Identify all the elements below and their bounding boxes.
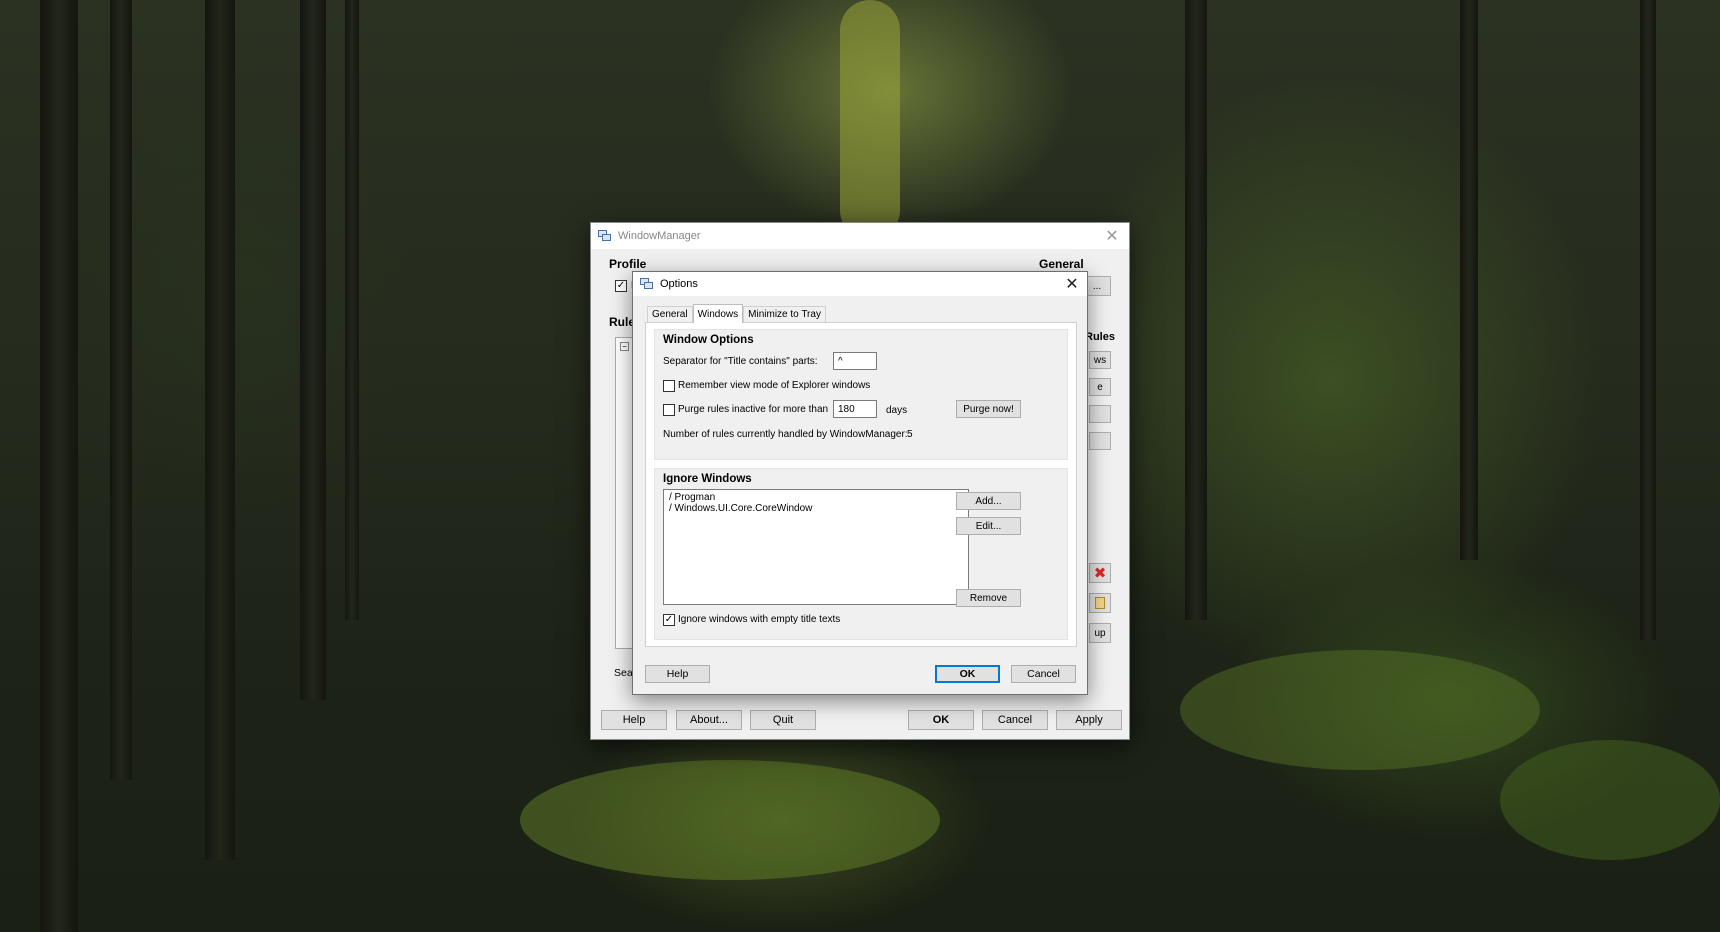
clipboard-icon — [1095, 597, 1105, 609]
main-cancel-button[interactable]: Cancel — [982, 710, 1048, 730]
remember-view-checkbox[interactable] — [663, 380, 675, 392]
tree-trunk — [1640, 0, 1656, 640]
options-dialog: Options ✕ General Windows Minimize to Tr… — [632, 271, 1088, 695]
quit-button[interactable]: Quit — [750, 710, 816, 730]
add-button[interactable]: Add... — [956, 492, 1021, 510]
purge-rules-label: Purge rules inactive for more than — [678, 404, 829, 415]
move-up-button[interactable]: up — [1089, 623, 1111, 643]
delete-rule-button[interactable]: ✖ — [1089, 563, 1111, 583]
main-help-button[interactable]: Help — [601, 710, 667, 730]
ignore-windows-group: Ignore Windows / Progman / Windows.UI.Co… — [654, 468, 1068, 640]
profile-checkbox[interactable]: ✓ — [615, 280, 627, 292]
options-tabs: General Windows Minimize to Tray — [647, 304, 826, 323]
moss-patch — [1180, 650, 1540, 770]
profile-label: Profile — [609, 257, 647, 271]
main-ok-button[interactable]: OK — [908, 710, 974, 730]
tree-trunk — [1185, 0, 1207, 620]
options-titlebar: Options ✕ — [633, 272, 1087, 296]
tree-expand-icon[interactable]: − — [620, 342, 629, 351]
remember-view-label: Remember view mode of Explorer windows — [678, 380, 871, 391]
tree-trunk — [300, 0, 326, 700]
tab-windows[interactable]: Windows — [692, 304, 744, 323]
ignore-windows-list[interactable]: / Progman / Windows.UI.Core.CoreWindow — [663, 489, 969, 605]
tree-trunk — [40, 0, 78, 932]
moss-patch — [520, 760, 940, 880]
options-title: Options — [660, 278, 698, 290]
window-manager-app-icon — [640, 278, 654, 290]
list-item[interactable]: / Windows.UI.Core.CoreWindow — [669, 503, 963, 514]
tab-minimize-to-tray[interactable]: Minimize to Tray — [743, 306, 826, 322]
remove-button[interactable]: Remove — [956, 589, 1021, 607]
days-label: days — [886, 405, 908, 416]
window-options-title: Window Options — [663, 334, 754, 346]
purge-now-button[interactable]: Purge now! — [956, 400, 1021, 418]
window-options-group: Window Options Separator for "Title cont… — [654, 329, 1068, 460]
purge-days-input[interactable]: 180 — [833, 400, 877, 418]
separator-label: Separator for "Title contains" parts: — [663, 356, 818, 367]
tree-trunk — [205, 0, 235, 860]
options-ok-button[interactable]: OK — [935, 665, 1000, 683]
main-window-title: WindowManager — [618, 230, 701, 242]
close-icon[interactable]: ✕ — [1095, 223, 1129, 249]
rules-count-value: 5 — [907, 429, 913, 440]
ignore-windows-title: Ignore Windows — [663, 473, 752, 485]
about-button[interactable]: About... — [676, 710, 742, 730]
tab-general[interactable]: General — [647, 306, 693, 322]
apply-button[interactable]: Apply — [1056, 710, 1122, 730]
list-item[interactable]: / Progman — [669, 492, 963, 503]
separator-input[interactable]: ^ — [833, 352, 877, 370]
red-x-delete-icon: ✖ — [1093, 565, 1107, 582]
moss-patch — [840, 0, 900, 240]
options-cancel-button[interactable]: Cancel — [1011, 665, 1076, 683]
tree-trunk — [110, 0, 132, 780]
rules-side-button-4[interactable] — [1089, 432, 1111, 450]
rules-count-label: Number of rules currently handled by Win… — [663, 429, 908, 440]
tree-trunk — [1460, 0, 1478, 560]
window-manager-app-icon — [598, 230, 612, 242]
rules-right-label: Rules — [1085, 331, 1115, 343]
moss-patch — [1500, 740, 1720, 860]
options-help-button[interactable]: Help — [645, 665, 710, 683]
ignore-empty-title-label: Ignore windows with empty title texts — [678, 614, 841, 625]
general-label: General — [1039, 257, 1084, 271]
edit-button[interactable]: Edit... — [956, 517, 1021, 535]
purge-rules-checkbox[interactable] — [663, 404, 675, 416]
close-icon[interactable]: ✕ — [1057, 272, 1087, 296]
paste-rule-button[interactable] — [1089, 593, 1111, 613]
tree-trunk — [345, 0, 359, 620]
rules-side-button-1[interactable]: ws — [1089, 351, 1111, 369]
windows-tab-panel: Window Options Separator for "Title cont… — [645, 322, 1077, 647]
main-titlebar: WindowManager ✕ — [591, 223, 1129, 249]
rules-side-button-2[interactable]: e — [1089, 378, 1111, 396]
rules-side-button-3[interactable] — [1089, 405, 1111, 423]
ignore-empty-title-checkbox[interactable]: ✓ — [663, 614, 675, 626]
